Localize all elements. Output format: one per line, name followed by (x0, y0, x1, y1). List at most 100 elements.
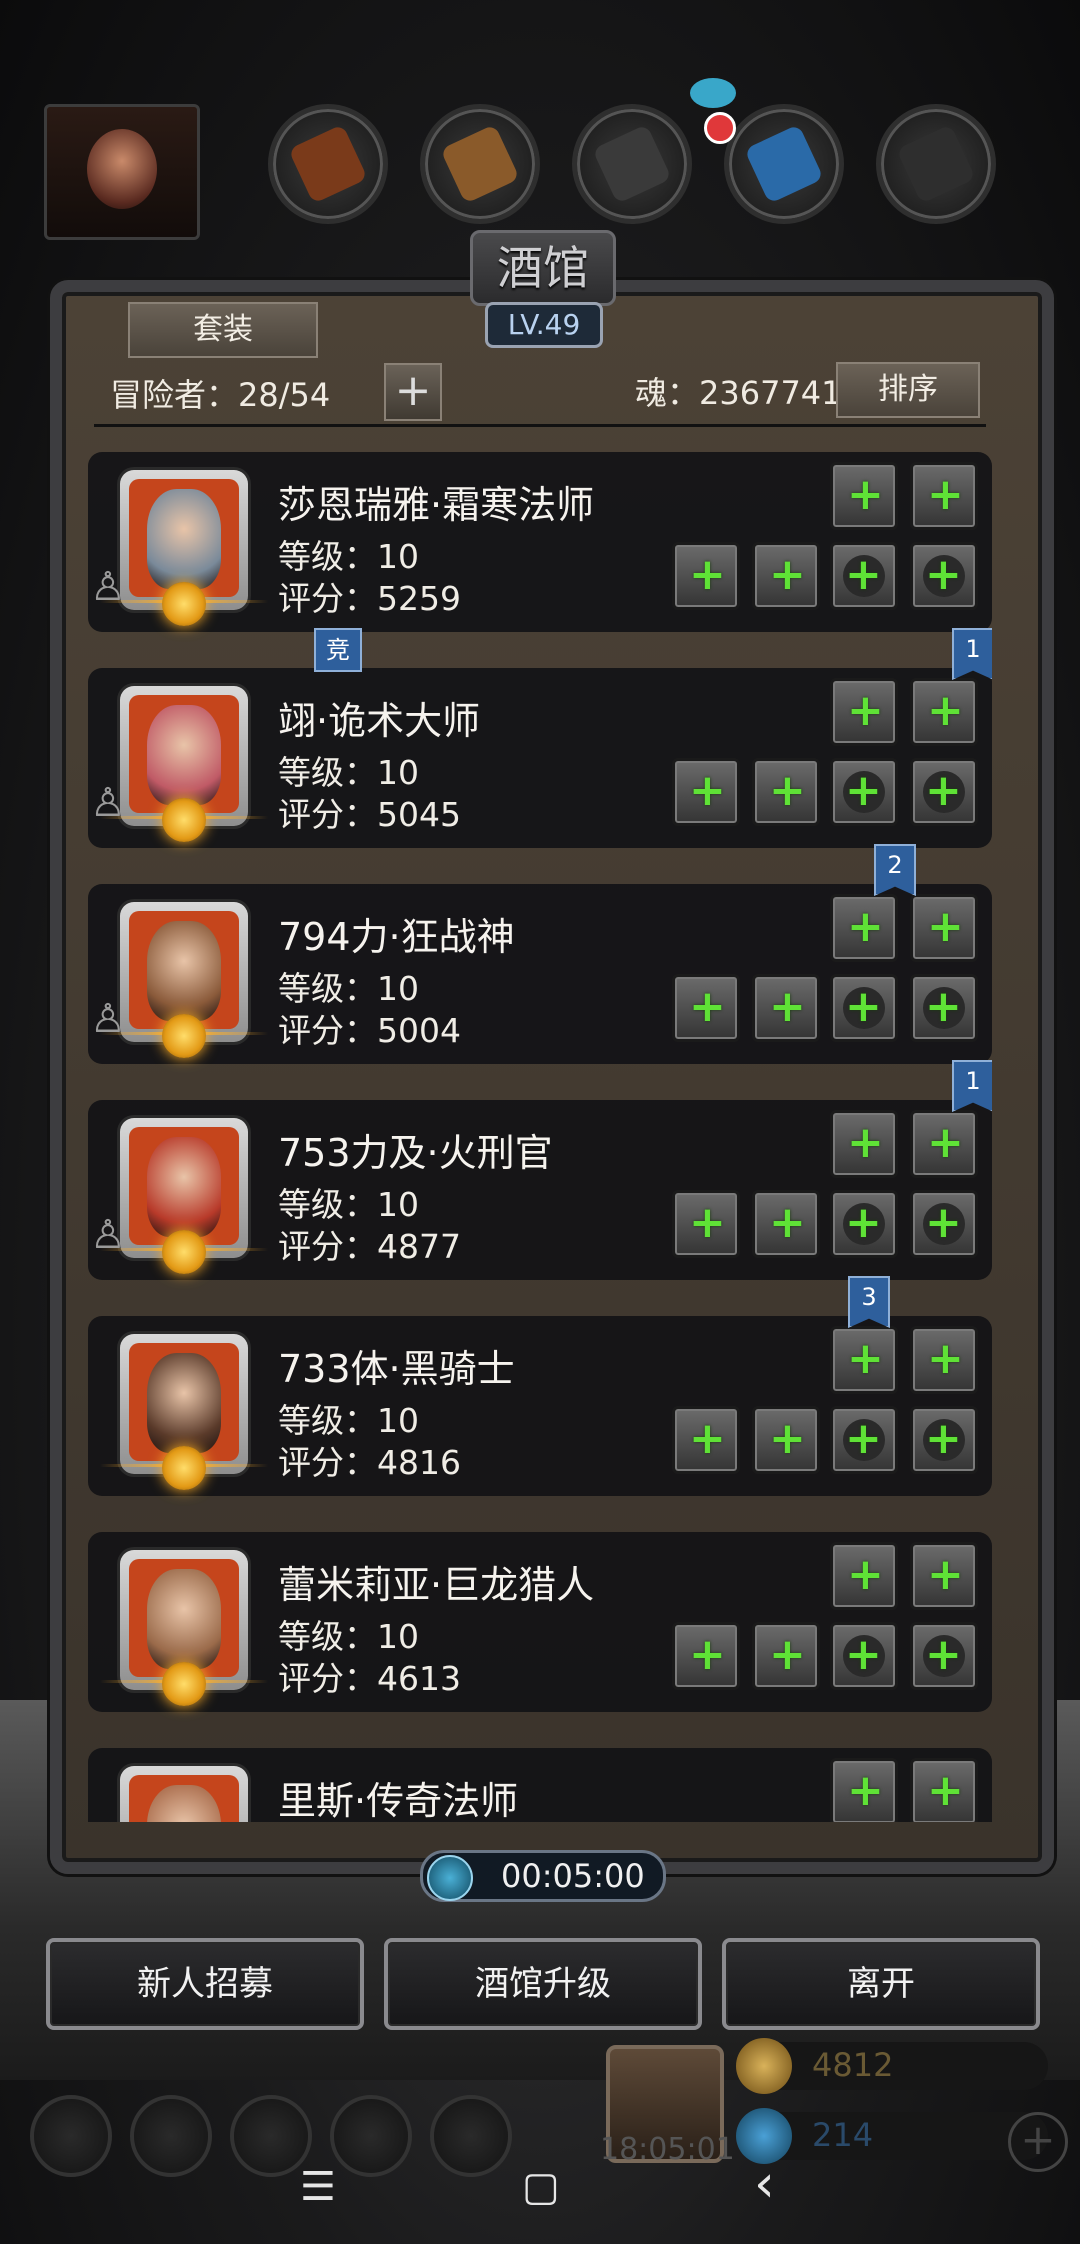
hero-name: 莎恩瑞雅·霜寒法师 (278, 483, 595, 527)
offhand-slot[interactable]: + (752, 758, 820, 826)
upgrade-button[interactable]: 酒馆升级 (384, 1938, 702, 2030)
ring-slot[interactable]: + (830, 1622, 898, 1690)
ring-slot[interactable]: + (830, 1190, 898, 1258)
hero-card[interactable]: ♙ 753力及·火刑官 等级：10 评分：4877 + + + + + + (88, 1100, 992, 1280)
portrait-frame (129, 479, 239, 597)
weapon-slot[interactable]: + (672, 542, 740, 610)
rank-medal-icon (162, 798, 206, 842)
hero-portrait[interactable] (100, 1334, 268, 1490)
slot-item-3[interactable] (572, 104, 692, 224)
hero-card[interactable]: ♙ 794力·狂战神 等级：10 评分：5004 + + + + + + (88, 884, 992, 1064)
hero-portrait[interactable] (100, 1550, 268, 1706)
hero-portrait[interactable] (100, 902, 268, 1058)
add-icon: + (845, 1197, 882, 1248)
ring-slot[interactable]: + (830, 1406, 898, 1474)
weapon-slot[interactable]: + (672, 974, 740, 1042)
weapon-slot[interactable]: + (672, 1622, 740, 1690)
add-icon: + (689, 1413, 726, 1464)
helmet-slot[interactable]: + (910, 462, 978, 530)
refresh-timer: 00:05:00 (420, 1850, 666, 1902)
slot-item-2[interactable] (420, 104, 540, 224)
suit-button[interactable]: 套装 (128, 302, 318, 358)
gourd-icon (288, 124, 368, 204)
hero-face (147, 489, 221, 589)
helmet-slot[interactable]: + (910, 1758, 978, 1822)
add-icon: + (925, 765, 962, 816)
helmet-slot[interactable]: + (910, 1326, 978, 1394)
hero-portrait[interactable] (100, 1118, 268, 1274)
hero-card[interactable]: 里斯·传奇法师 + + (88, 1748, 992, 1822)
amulet-slot[interactable]: + (910, 1190, 978, 1258)
weapon-slot[interactable]: + (672, 1406, 740, 1474)
menu-nav-button[interactable]: ☰ (300, 2164, 336, 2210)
armor-slot[interactable]: + (830, 1542, 898, 1610)
hero-card[interactable]: ♙ 翊·诡术大师 等级：10 评分：5045 + + + + + + (88, 668, 992, 848)
hero-level: 等级：10 (278, 969, 419, 1008)
ring-slot[interactable]: + (830, 542, 898, 610)
pet-icon[interactable] (690, 78, 736, 108)
hero-card[interactable]: 733体·黑骑士 等级：10 评分：4816 + + + + + + (88, 1316, 992, 1496)
add-icon: + (769, 1413, 806, 1464)
hero-list[interactable]: ♙ 莎恩瑞雅·霜寒法师 等级：10 评分：5259 + + + + + + ♙ 翊·诡术大师 等级：10… (88, 432, 992, 1822)
add-icon: + (769, 765, 806, 816)
helmet-slot[interactable]: + (910, 1110, 978, 1178)
gold-value: 4812 (812, 2046, 894, 2084)
add-icon: + (847, 1117, 884, 1168)
helmet-slot[interactable]: + (910, 1542, 978, 1610)
slot-item-4[interactable] (724, 104, 844, 224)
rank-medal-icon (162, 1230, 206, 1274)
clock-icon (427, 1855, 473, 1901)
slot-item-1[interactable] (268, 104, 388, 224)
leader-face (87, 129, 157, 209)
amulet-slot[interactable]: + (910, 974, 978, 1042)
back-nav-button[interactable]: ‹ (754, 2154, 775, 2214)
sort-button[interactable]: 排序 (836, 362, 980, 418)
hero-face (147, 1569, 221, 1669)
weapon-slot[interactable]: + (672, 1190, 740, 1258)
hero-level: 等级：10 (278, 537, 419, 576)
hero-portrait[interactable] (120, 1766, 248, 1822)
armor-slot[interactable]: + (830, 462, 898, 530)
amulet-slot[interactable]: + (910, 542, 978, 610)
armor-slot[interactable]: + (830, 1110, 898, 1178)
timer-text: 00:05:00 (501, 1857, 645, 1895)
armor-slot[interactable]: + (830, 1758, 898, 1822)
add-icon: + (847, 469, 884, 520)
home-nav-button[interactable]: ▢ (522, 2164, 560, 2210)
offhand-slot[interactable]: + (752, 974, 820, 1042)
helmet-slot[interactable]: + (910, 678, 978, 746)
offhand-slot[interactable]: + (752, 1190, 820, 1258)
ring-slot[interactable]: + (830, 974, 898, 1042)
offhand-slot[interactable]: + (752, 1622, 820, 1690)
rank-medal-icon (162, 582, 206, 626)
ring-slot[interactable]: + (830, 758, 898, 826)
soul-count: 魂：2367741 (635, 374, 842, 412)
hero-score: 评分：4613 (278, 1659, 461, 1698)
leave-button[interactable]: 离开 (722, 1938, 1040, 2030)
amulet-slot[interactable]: + (910, 1622, 978, 1690)
hero-portrait[interactable] (100, 470, 268, 626)
statue-icon: ♙ (90, 1212, 126, 1258)
amulet-slot[interactable]: + (910, 758, 978, 826)
helmet-slot[interactable]: + (910, 894, 978, 962)
amulet-slot[interactable]: + (910, 1406, 978, 1474)
offhand-slot[interactable]: + (752, 542, 820, 610)
armor-slot[interactable]: + (830, 1326, 898, 1394)
recruit-button[interactable]: 新人招募 (46, 1938, 364, 2030)
hero-card[interactable]: ♙ 莎恩瑞雅·霜寒法师 等级：10 评分：5259 + + + + + + (88, 452, 992, 632)
portrait-frame (129, 1559, 239, 1677)
hero-face (147, 1137, 221, 1237)
offhand-slot[interactable]: + (752, 1406, 820, 1474)
divider (94, 424, 986, 427)
weapon-slot[interactable]: + (672, 758, 740, 826)
hero-name: 蕾米莉亚·巨龙猎人 (278, 1563, 595, 1607)
slot-item-5[interactable] (876, 104, 996, 224)
armor-slot[interactable]: + (830, 678, 898, 746)
add-slot-button[interactable]: + (384, 363, 442, 421)
hero-card[interactable]: 蕾米莉亚·巨龙猎人 等级：10 评分：4613 + + + + + + (88, 1532, 992, 1712)
panel-title: 酒馆 (470, 230, 616, 306)
add-icon: + (927, 1333, 964, 1384)
armor-slot[interactable]: + (830, 894, 898, 962)
hero-portrait[interactable] (100, 686, 268, 842)
add-icon: + (925, 981, 962, 1032)
